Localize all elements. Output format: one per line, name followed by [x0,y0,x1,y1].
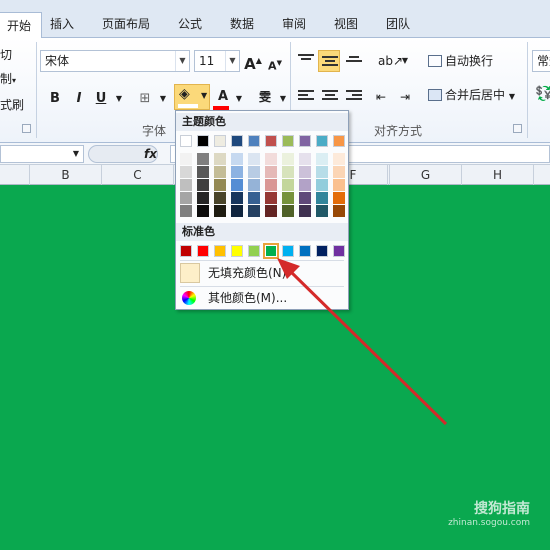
watermark-brand: 搜狗指南 [474,501,530,517]
arrow-shaft [287,268,448,426]
watermark-url: zhinan.sogou.com [448,518,530,528]
annotation-arrow [277,258,448,426]
watermark: 搜狗指南 zhinan.sogou.com [448,498,530,528]
